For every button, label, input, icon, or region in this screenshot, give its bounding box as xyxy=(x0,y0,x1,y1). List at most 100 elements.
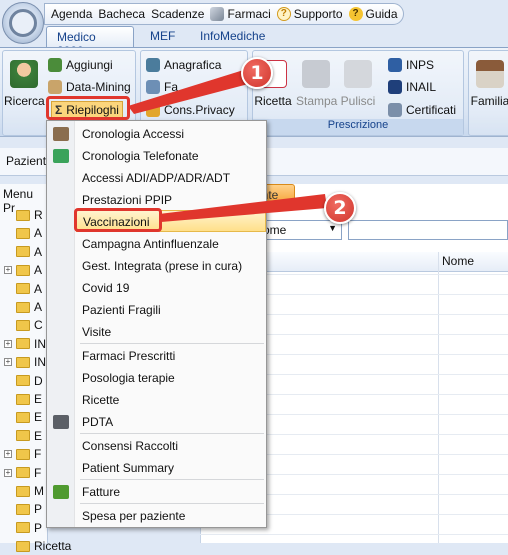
inps-icon xyxy=(388,58,402,72)
menu-item[interactable]: Consensi Raccolti xyxy=(76,435,266,457)
menu-item-label: Spesa per paziente xyxy=(82,509,186,523)
expand-icon[interactable]: + xyxy=(4,266,12,275)
tab-mef[interactable]: MEF xyxy=(140,26,185,48)
folder-icon xyxy=(16,393,30,405)
prescrizione-group-label: Prescrizione xyxy=(253,119,463,135)
stampa-button[interactable]: Stampa xyxy=(296,60,337,108)
tree-item-label: C xyxy=(34,318,43,333)
folder-icon xyxy=(16,522,30,534)
folder-icon xyxy=(16,540,30,552)
certificati-button[interactable]: Certificati xyxy=(388,103,456,117)
tree-item-label: E xyxy=(34,428,43,443)
tree-item-label: IN xyxy=(34,336,46,351)
tree-item[interactable]: Ricetta xyxy=(4,537,71,555)
menu-item[interactable]: Cronologia Accessi xyxy=(76,123,266,145)
tab-medico-2000[interactable]: Medico 2000 xyxy=(46,26,134,58)
tree-item[interactable]: + IN xyxy=(4,353,46,371)
expand-icon[interactable]: + xyxy=(4,339,12,348)
tree-item[interactable]: A xyxy=(4,280,42,298)
riepiloghi-dropdown-menu: Cronologia Accessi Cronologia Telefonate A… xyxy=(46,120,267,528)
menu-item[interactable]: Spesa per paziente xyxy=(76,505,266,527)
tree-item[interactable]: E xyxy=(4,390,42,408)
tree-item-label: E xyxy=(34,392,43,406)
menu-item[interactable]: Accessi ADI/ADP/ADR/ADT xyxy=(76,167,266,189)
add-user-icon xyxy=(48,58,62,72)
folder-icon xyxy=(16,375,30,387)
menu-item[interactable]: Gest. Integrata (prese in cura) xyxy=(76,255,266,277)
qa-bacheca[interactable]: Bacheca xyxy=(98,7,145,21)
tree-item[interactable]: A xyxy=(4,298,42,316)
qa-farmaci[interactable]: Farmaci xyxy=(210,7,271,21)
menu-item[interactable]: Posologia terapie xyxy=(76,367,266,389)
menu-item[interactable]: Campagna Antinfluenzale xyxy=(76,233,266,255)
inail-label: INAIL xyxy=(406,80,437,94)
qa-bacheca-label: Bacheca xyxy=(98,7,146,21)
menu-item[interactable]: Ricette xyxy=(76,389,266,411)
tree-item[interactable]: C xyxy=(4,316,43,334)
tree-item-label: A xyxy=(34,300,43,314)
menu-item-label: Accessi ADI/ADP/ADR/ADT xyxy=(82,171,231,185)
menu-item[interactable]: Fatture xyxy=(76,481,266,503)
menu-item[interactable]: Cronologia Telefonate xyxy=(76,145,266,167)
tab-infomediche[interactable]: InfoMediche xyxy=(190,26,275,48)
qa-scadenze[interactable]: Scadenze xyxy=(151,7,204,21)
tree-item[interactable]: R xyxy=(4,206,43,224)
inps-button[interactable]: INPS xyxy=(388,58,434,72)
familiari-button[interactable]: Familia xyxy=(470,60,508,108)
menu-item[interactable]: Patient Summary xyxy=(76,457,266,479)
tree-item[interactable]: D xyxy=(4,372,43,390)
folder-icon xyxy=(16,319,30,331)
inail-button[interactable]: INAIL xyxy=(388,80,436,94)
folder-icon xyxy=(16,264,30,276)
tree-item-label: Ricetta xyxy=(34,539,72,554)
menu-item[interactable]: Visite xyxy=(76,321,266,343)
tree-item[interactable]: P xyxy=(4,500,42,518)
inps-label: INPS xyxy=(406,58,435,72)
tree-item[interactable]: + F xyxy=(4,445,41,463)
menu-item-label: Patient Summary xyxy=(82,461,175,475)
expand-icon[interactable]: + xyxy=(4,468,12,477)
callout-arrow-1-shape xyxy=(128,68,256,114)
folder-icon xyxy=(16,356,30,368)
qa-guida[interactable]: ? Guida xyxy=(348,7,398,21)
tree-item[interactable]: M xyxy=(4,482,44,500)
tree-item-label: P xyxy=(34,502,43,517)
menu-separator xyxy=(80,433,264,434)
menu-item-label: Posologia terapie xyxy=(82,371,175,385)
tree-item[interactable]: P xyxy=(4,519,42,537)
expand-icon[interactable]: + xyxy=(4,450,12,459)
tree-item[interactable]: A xyxy=(4,224,42,242)
tree-item[interactable]: E xyxy=(4,408,42,426)
pulisci-button[interactable]: Pulisci xyxy=(340,60,376,108)
search-input[interactable] xyxy=(348,220,508,240)
menu-item[interactable]: PDTA xyxy=(76,411,266,433)
tree-item[interactable]: + IN xyxy=(4,335,46,353)
menu-separator xyxy=(80,503,264,504)
menu-item[interactable]: Covid 19 xyxy=(76,277,266,299)
menu-separator xyxy=(80,479,264,480)
menu-item[interactable]: Farmaci Prescritti xyxy=(76,345,266,367)
tree-item[interactable]: E xyxy=(4,427,42,445)
aggiungi-button[interactable]: Aggiungi xyxy=(48,58,113,72)
qa-supporto[interactable]: ? Supporto xyxy=(276,7,343,21)
tab-mef-label: MEF xyxy=(150,29,176,43)
tree-item-label: P xyxy=(34,520,43,535)
ribbon-tabs: Medico 2000 MEF InfoMediche xyxy=(0,26,508,58)
menu-item[interactable]: Pazienti Fragili xyxy=(76,299,266,321)
grid-col-nome: Nome xyxy=(442,254,475,268)
quick-access-toolbar: Agenda Bacheca Scadenze Farmaci ? Support… xyxy=(44,3,404,25)
data-mining-button[interactable]: Data-Mining xyxy=(48,80,131,94)
tree-item[interactable]: + F xyxy=(4,464,41,482)
inail-icon xyxy=(388,80,402,94)
menu-item-label: Ricette xyxy=(82,393,120,407)
house-icon xyxy=(476,60,504,88)
qa-agenda[interactable]: Agenda xyxy=(51,7,92,21)
qa-supporto-label: Supporto xyxy=(293,7,343,21)
tree-item[interactable]: + A xyxy=(4,261,42,279)
ricerca-button[interactable]: Ricerca xyxy=(4,60,45,108)
tree-item-label: F xyxy=(34,465,42,480)
tree-item-label: R xyxy=(34,208,43,222)
user-history-icon xyxy=(53,127,69,141)
expand-icon[interactable]: + xyxy=(4,358,12,367)
tree-item[interactable]: A xyxy=(4,243,42,261)
